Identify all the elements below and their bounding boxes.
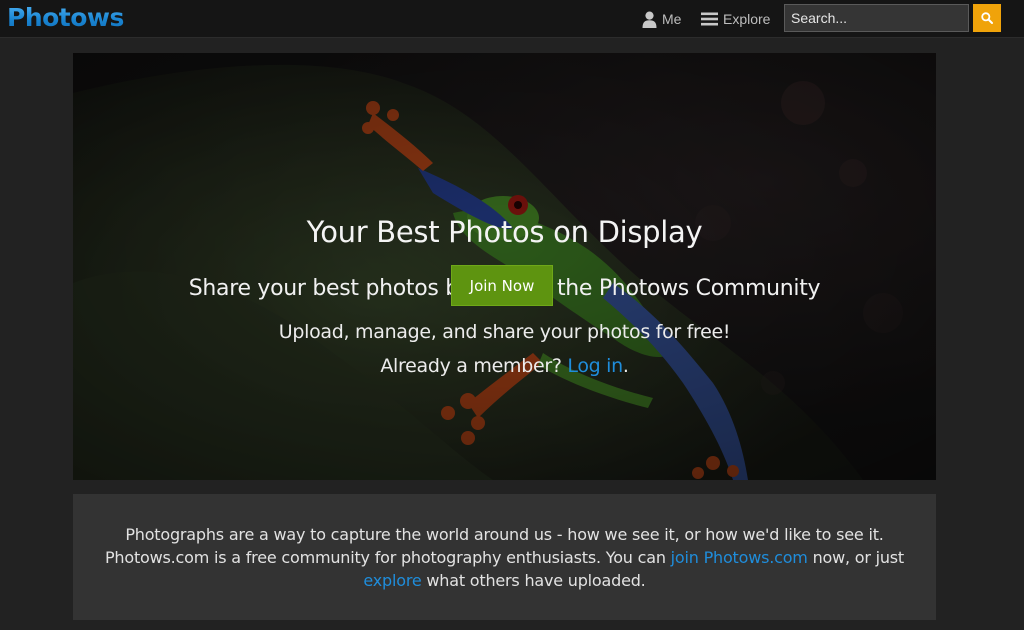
site-logo[interactable]: Photows (7, 3, 124, 32)
about-text-part3: what others have uploaded. (421, 571, 646, 590)
search-input[interactable] (784, 4, 969, 32)
join-now-button[interactable]: Join Now (451, 265, 553, 306)
search-button[interactable] (973, 4, 1001, 32)
nav-me-link[interactable]: Me (642, 0, 681, 38)
menu-icon (701, 12, 718, 26)
member-prefix: Already a member? (380, 355, 568, 377)
hero-banner: Your Best Photos on Display Share your b… (73, 53, 936, 480)
member-login-line: Already a member? Log in. (73, 355, 936, 377)
about-text: Photographs are a way to capture the wor… (73, 523, 936, 592)
nav-explore-label: Explore (723, 11, 771, 27)
join-photows-link[interactable]: join Photows.com (671, 548, 808, 567)
nav-explore-link[interactable]: Explore (701, 0, 770, 38)
about-section: Photographs are a way to capture the wor… (73, 494, 936, 620)
about-text-part2: now, or just (807, 548, 905, 567)
search-icon (981, 12, 993, 24)
hero-upload-text: Upload, manage, and share your photos fo… (278, 321, 731, 343)
login-link[interactable]: Log in (567, 355, 623, 377)
member-suffix: . (622, 355, 629, 377)
nav-me-label: Me (662, 11, 682, 27)
top-navigation-bar: Photows Me Explore (0, 0, 1024, 38)
explore-link[interactable]: explore (363, 571, 421, 590)
user-icon (642, 11, 657, 28)
hero-title: Your Best Photos on Display (306, 215, 703, 249)
